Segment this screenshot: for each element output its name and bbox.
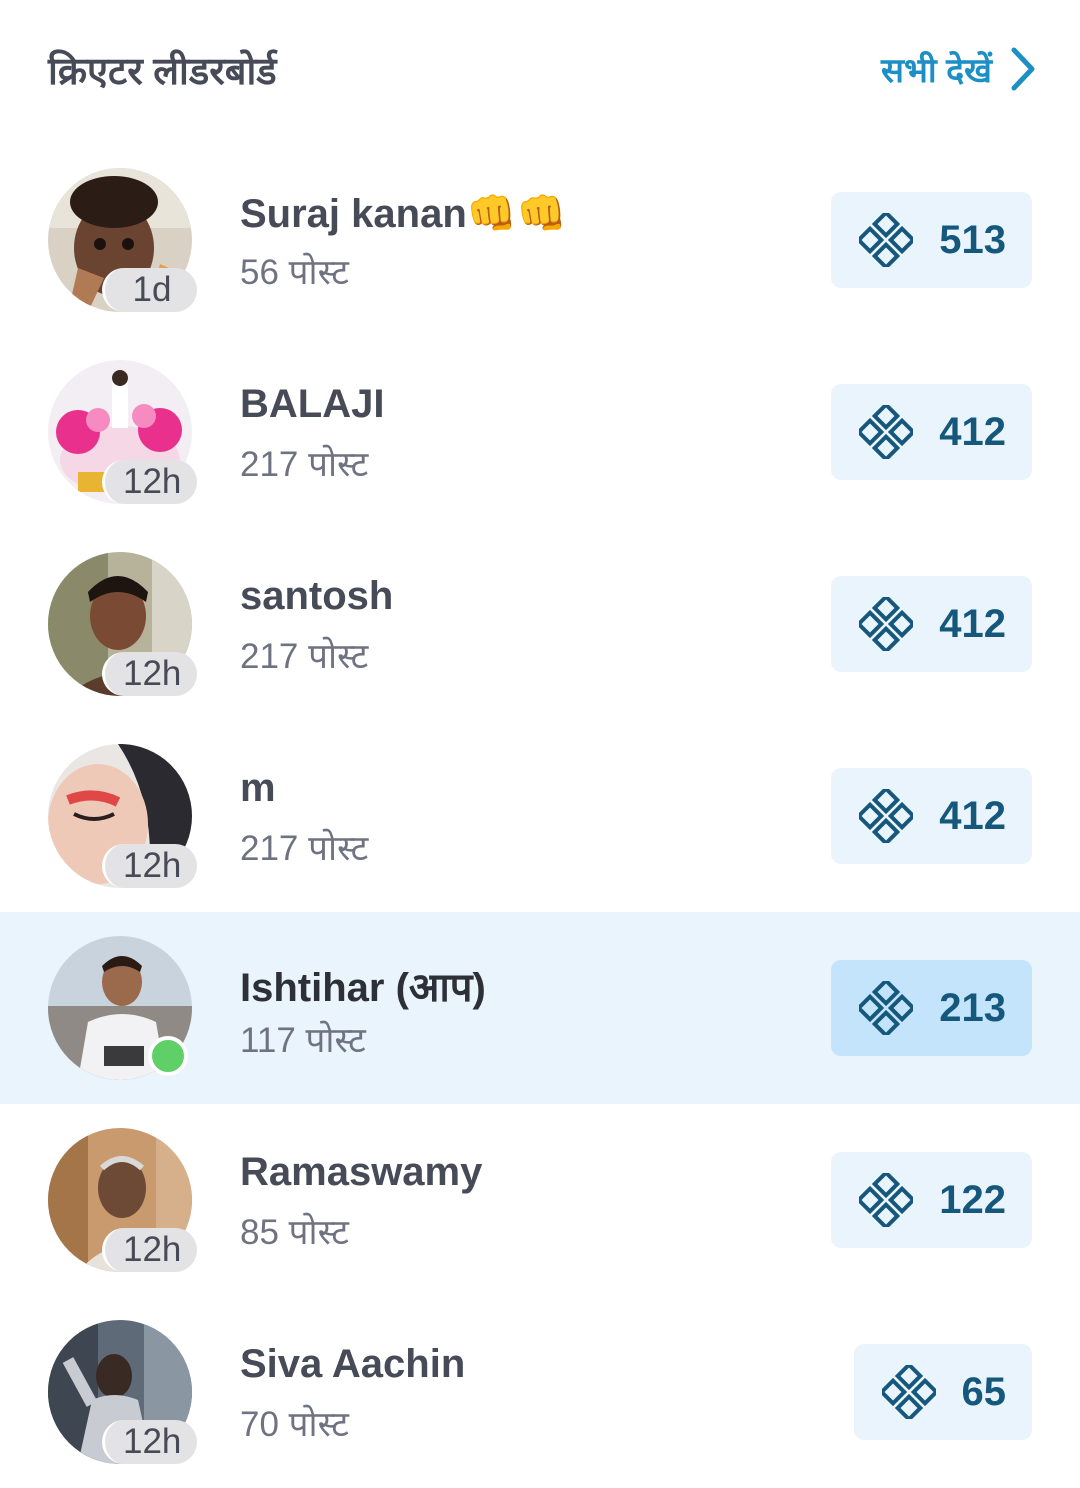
- time-badge: 1d: [102, 268, 197, 312]
- post-count: 117 पोस्ट: [240, 1021, 366, 1060]
- time-badge: 12h: [102, 1228, 198, 1272]
- leaderboard-row[interactable]: 12h Siva Aachin 70 पोस्ट 65: [0, 1296, 1080, 1488]
- leaderboard-row[interactable]: 12h BALAJI 217 पोस्ट 412: [0, 336, 1080, 528]
- score-value: 65: [961, 1369, 1007, 1414]
- score-badge: 65: [853, 1344, 1032, 1440]
- user-name[interactable]: BALAJI: [240, 382, 384, 427]
- user-name[interactable]: m: [240, 766, 276, 811]
- time-badge: 12h: [102, 652, 198, 696]
- score-badge: 213: [831, 960, 1032, 1056]
- leaderboard-row[interactable]: 12h santosh 217 पोस्ट 412: [0, 528, 1080, 720]
- score-badge: 513: [831, 192, 1032, 288]
- time-badge: 12h: [102, 844, 198, 888]
- score-value: 412: [939, 409, 1006, 454]
- score-value: 213: [939, 985, 1006, 1030]
- post-count: 70 पोस्ट: [240, 1405, 349, 1444]
- user-name[interactable]: Siva Aachin: [240, 1342, 465, 1387]
- user-name[interactable]: Ishtihar (आप): [240, 958, 486, 1013]
- score-badge: 412: [831, 576, 1032, 672]
- leaderboard-list: 1d Suraj kanan👊👊 56 पोस्ट 513 12h BALAJI…: [0, 144, 1080, 1488]
- leaderboard-row-current-user[interactable]: Ishtihar (आप) 117 पोस्ट 213: [0, 912, 1080, 1104]
- post-count: 56 पोस्ट: [240, 253, 349, 292]
- score-badge: 412: [831, 768, 1032, 864]
- leaderboard-row[interactable]: 1d Suraj kanan👊👊 56 पोस्ट 513: [0, 144, 1080, 336]
- knot-icon: [859, 405, 914, 459]
- leaderboard-row[interactable]: 12h Ramaswamy 85 पोस्ट 122: [0, 1104, 1080, 1296]
- score-badge: 412: [831, 384, 1032, 480]
- see-all-button[interactable]: सभी देखें: [881, 46, 1036, 92]
- time-badge: 12h: [102, 1420, 198, 1464]
- knot-icon: [859, 789, 914, 843]
- time-badge: 12h: [102, 460, 198, 504]
- post-count: 217 पोस्ट: [240, 829, 369, 868]
- page-title: क्रिएटर लीडरबोर्ड: [48, 51, 277, 93]
- leaderboard-row[interactable]: 12h m 217 पोस्ट 412: [0, 720, 1080, 912]
- chevron-right-icon: [1011, 47, 1035, 91]
- post-count: 85 पोस्ट: [240, 1213, 349, 1252]
- knot-icon: [881, 1365, 936, 1419]
- knot-icon: [859, 213, 914, 267]
- user-name[interactable]: Suraj kanan👊👊: [240, 190, 566, 237]
- online-status-indicator: [148, 1036, 188, 1076]
- score-value: 122: [939, 1177, 1006, 1222]
- user-name[interactable]: Ramaswamy: [240, 1150, 482, 1195]
- knot-icon: [859, 1173, 914, 1227]
- score-badge: 122: [831, 1152, 1032, 1248]
- leaderboard-header: क्रिएटर लीडरबोर्ड सभी देखें: [0, 0, 1080, 140]
- score-value: 412: [939, 793, 1006, 838]
- knot-icon: [859, 981, 914, 1035]
- knot-icon: [859, 597, 914, 651]
- post-count: 217 पोस्ट: [240, 445, 369, 484]
- user-name[interactable]: santosh: [240, 574, 393, 619]
- see-all-label: सभी देखें: [880, 52, 992, 90]
- post-count: 217 पोस्ट: [240, 637, 369, 676]
- score-value: 412: [939, 601, 1006, 646]
- score-value: 513: [939, 217, 1006, 262]
